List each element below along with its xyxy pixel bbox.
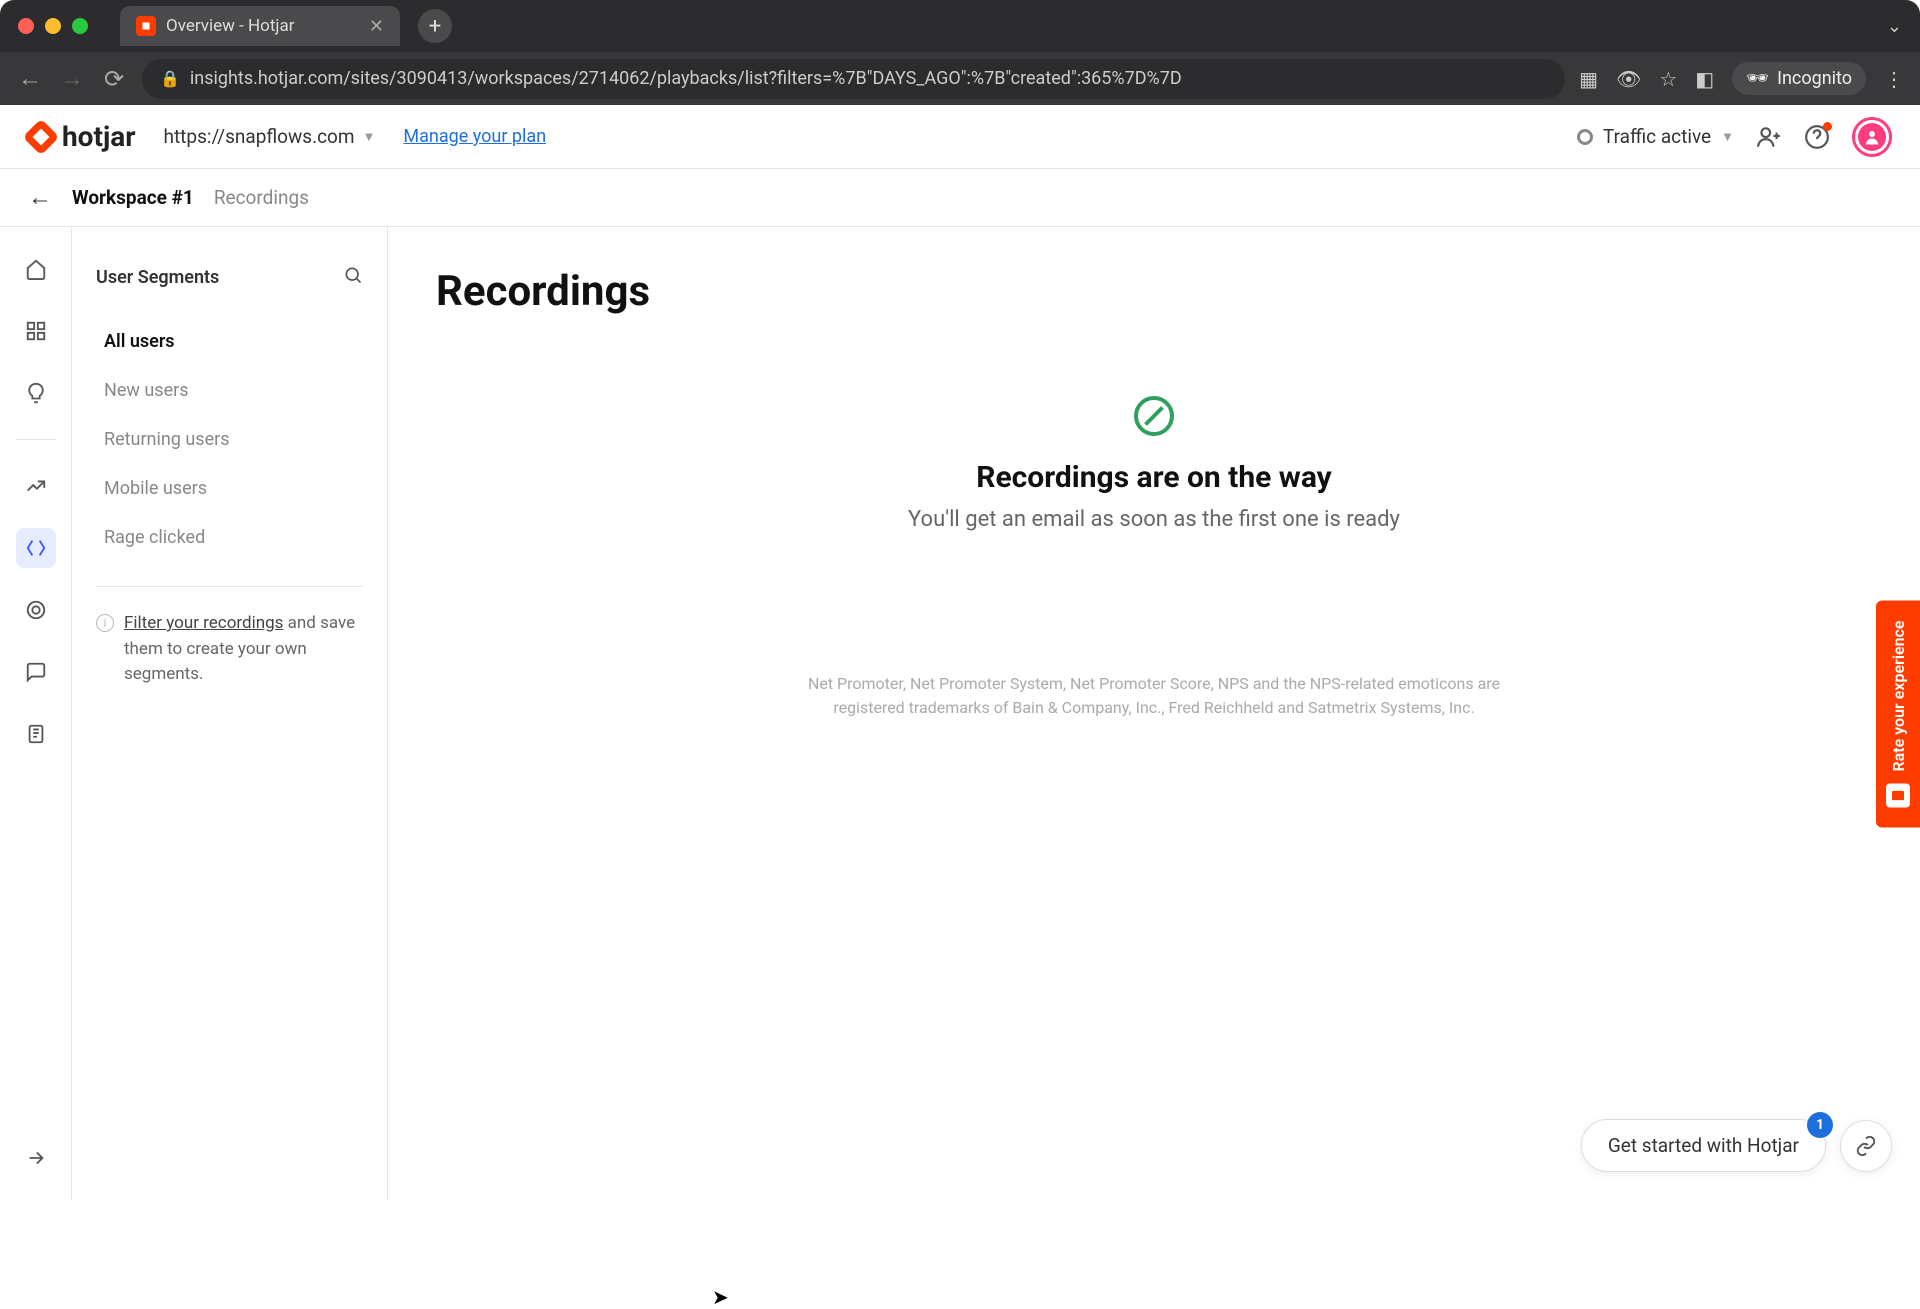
rail-feedback-icon[interactable]: [16, 652, 56, 692]
segment-item-mobile-users[interactable]: Mobile users: [96, 464, 363, 513]
page-title: Recordings: [436, 267, 1872, 316]
incognito-label: Incognito: [1777, 68, 1852, 89]
window-minimize-icon[interactable]: [45, 18, 61, 34]
link-fab-button[interactable]: [1840, 1120, 1892, 1172]
help-icon[interactable]: [1804, 124, 1830, 150]
empty-state-icon: [1134, 396, 1174, 436]
traffic-label: Traffic active: [1603, 125, 1711, 148]
cursor-icon: ➤: [712, 1285, 729, 1309]
segment-item-all-users[interactable]: All users: [96, 317, 363, 366]
avatar[interactable]: [1852, 117, 1892, 157]
incognito-indicator[interactable]: 🕶 Incognito: [1732, 62, 1866, 95]
app-body: User Segments All users New users Return…: [0, 227, 1920, 1200]
app-header: hotjar https://snapflows.com ▼ Manage yo…: [0, 105, 1920, 169]
breadcrumb: ← Workspace #1 Recordings: [0, 169, 1920, 227]
feedback-tab[interactable]: Rate your experience: [1876, 600, 1920, 827]
incognito-icon: 🕶: [1746, 68, 1769, 89]
breadcrumb-page: Recordings: [214, 186, 309, 209]
notification-dot-icon: [1823, 122, 1832, 131]
tabs-overflow-icon[interactable]: ⌄: [1887, 16, 1902, 37]
url-field[interactable]: 🔒 insights.hotjar.com/sites/3090413/work…: [142, 59, 1565, 99]
window-close-icon[interactable]: [18, 18, 34, 34]
rail-heatmaps-icon[interactable]: [16, 590, 56, 630]
get-started-label: Get started with Hotjar: [1608, 1134, 1799, 1157]
segment-item-rage-clicked[interactable]: Rage clicked: [96, 513, 363, 562]
tab-favicon-icon: [136, 16, 156, 36]
floating-actions: Get started with Hotjar 1: [1581, 1119, 1892, 1172]
rail-expand-icon[interactable]: [16, 1138, 56, 1178]
eye-off-icon[interactable]: 👁: [1616, 67, 1641, 91]
panel-icon[interactable]: ◧: [1695, 67, 1714, 91]
site-url: https://snapflows.com: [164, 125, 355, 148]
chrome-actions: ▦ 👁 ☆ ◧ 🕶 Incognito ⋮: [1579, 62, 1904, 95]
site-selector[interactable]: https://snapflows.com ▼: [164, 125, 376, 148]
window-fullscreen-icon[interactable]: [72, 18, 88, 34]
hotjar-logo-icon: [23, 118, 60, 155]
rail-trends-icon[interactable]: [16, 466, 56, 506]
chevron-down-icon: ▼: [1721, 129, 1734, 145]
nav-reload-icon[interactable]: ⟳: [100, 65, 128, 93]
browser-tab[interactable]: Overview - Hotjar ✕: [120, 6, 400, 46]
header-right: Traffic active ▼: [1577, 117, 1892, 157]
chevron-down-icon: ▼: [363, 129, 376, 145]
search-icon[interactable]: [343, 265, 363, 289]
browser-chrome: Overview - Hotjar ✕ + ⌄ ← → ⟳ 🔒 insights…: [0, 0, 1920, 105]
rail-home-icon[interactable]: [16, 249, 56, 289]
empty-state-title: Recordings are on the way: [704, 460, 1604, 495]
segments-header: User Segments: [96, 265, 363, 289]
main-content: Recordings Recordings are on the way You…: [388, 227, 1920, 1200]
invite-user-icon[interactable]: [1756, 124, 1782, 150]
traffic-status[interactable]: Traffic active ▼: [1577, 125, 1734, 148]
tab-title: Overview - Hotjar: [166, 16, 295, 36]
hotjar-logo[interactable]: hotjar: [28, 120, 136, 153]
nav-back-icon[interactable]: ←: [16, 64, 44, 93]
segments-divider: [96, 586, 363, 587]
tab-close-icon[interactable]: ✕: [369, 16, 384, 37]
rail-highlights-icon[interactable]: [16, 373, 56, 413]
feedback-emoji-icon: [1886, 783, 1910, 807]
window-controls: [18, 18, 88, 34]
segments-title: User Segments: [96, 267, 219, 288]
traffic-dot-icon: [1577, 129, 1593, 145]
tab-bar: Overview - Hotjar ✕ + ⌄: [0, 0, 1920, 52]
segments-tip: i Filter your recordings and save them t…: [96, 611, 363, 688]
segment-item-new-users[interactable]: New users: [96, 366, 363, 415]
feedback-label: Rate your experience: [1889, 620, 1908, 771]
kebab-menu-icon[interactable]: ⋮: [1884, 67, 1904, 91]
lock-icon: 🔒: [160, 69, 180, 88]
new-tab-button[interactable]: +: [418, 9, 452, 43]
breadcrumb-workspace[interactable]: Workspace #1: [72, 186, 194, 209]
address-bar: ← → ⟳ 🔒 insights.hotjar.com/sites/309041…: [0, 52, 1920, 105]
translate-icon[interactable]: ▦: [1579, 67, 1598, 91]
filter-recordings-link[interactable]: Filter your recordings: [124, 613, 283, 633]
nav-forward-icon: →: [58, 64, 86, 93]
segments-panel: User Segments All users New users Return…: [72, 227, 388, 1200]
rail-dashboard-icon[interactable]: [16, 311, 56, 351]
empty-state: Recordings are on the way You'll get an …: [704, 396, 1604, 532]
segment-item-returning-users[interactable]: Returning users: [96, 415, 363, 464]
logo-text: hotjar: [62, 120, 136, 153]
get-started-badge: 1: [1807, 1112, 1833, 1138]
rail-divider: [16, 439, 56, 440]
url-text: insights.hotjar.com/sites/3090413/worksp…: [190, 68, 1182, 89]
rail-surveys-icon[interactable]: [16, 714, 56, 754]
empty-state-subtitle: You'll get an email as soon as the first…: [704, 507, 1604, 532]
nav-rail: [0, 227, 72, 1200]
legal-footnote: Net Promoter, Net Promoter System, Net P…: [774, 672, 1534, 720]
manage-plan-link[interactable]: Manage your plan: [403, 126, 546, 147]
get-started-button[interactable]: Get started with Hotjar 1: [1581, 1119, 1826, 1172]
bookmark-icon[interactable]: ☆: [1659, 67, 1677, 91]
info-icon: i: [96, 614, 114, 632]
breadcrumb-back-icon[interactable]: ←: [28, 183, 52, 212]
rail-recordings-icon[interactable]: [16, 528, 56, 568]
segments-tip-text: Filter your recordings and save them to …: [124, 611, 363, 688]
